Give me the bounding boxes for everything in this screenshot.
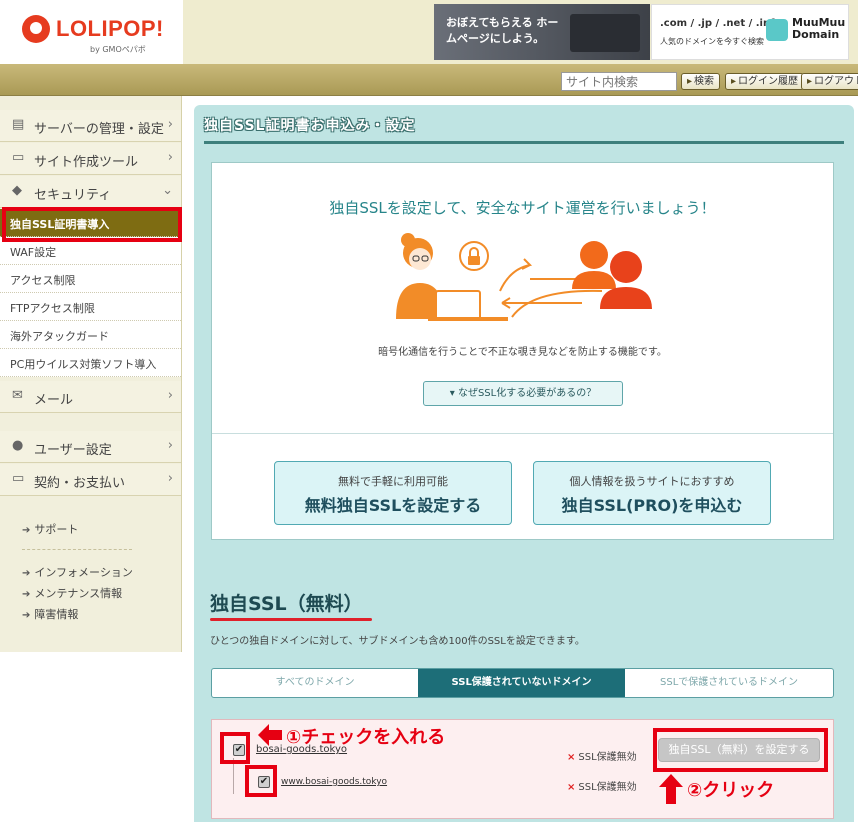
banner-sub: 人気のドメインを今すぐ検索: [660, 37, 764, 46]
tab-all-domains[interactable]: すべてのドメイン: [212, 669, 418, 697]
intro-description: 暗号化通信を行うことで不正な覗き見などを防止する機能です。: [378, 347, 667, 358]
sidebar-subitem-ftp[interactable]: FTPアクセス制限: [0, 293, 181, 321]
subdomain-checkbox[interactable]: ✔: [258, 776, 270, 788]
main-panel: 独自SSL証明書お申込み・設定 独自SSLを設定して、安全なサイト運営を行いまし…: [194, 105, 854, 822]
site-header: LOLIPOP! by GMOペパボ おぼえてもらえる ホームページにしよう。 …: [0, 0, 858, 64]
why-ssl-button[interactable]: なぜSSL化する必要があるの？: [423, 381, 623, 406]
homepage-banner[interactable]: おぼえてもらえる ホームページにしよう。: [434, 4, 650, 60]
sidebar-item-billing[interactable]: ▭ 契約・お支払い ›: [0, 464, 181, 496]
sidebar-subitem-label: PC用ウイルス対策ソフト導入: [10, 358, 157, 371]
laptop-icon: ▭: [12, 150, 25, 165]
intro-heading: 独自SSLを設定して、安全なサイト運営を行いましょう！: [329, 199, 716, 217]
ssl-status: × SSL保護無効: [567, 778, 637, 793]
muumuu-brand: MuuMuu Domain: [792, 16, 846, 41]
sidebar-link-information[interactable]: インフォメーション: [22, 564, 132, 580]
chevron-right-icon: ›: [167, 150, 173, 165]
free-ssl-button-sub: 無料で手軽に利用可能: [338, 475, 448, 488]
ssl-status-text: SSL保護無効: [578, 782, 637, 793]
sidebar-subitem-antivirus[interactable]: PC用ウイルス対策ソフト導入: [0, 349, 181, 377]
mail-icon: ✉: [12, 388, 23, 403]
free-ssl-heading: 独自SSL（無料）: [210, 593, 363, 615]
card-icon: ▭: [12, 471, 25, 486]
logout-button[interactable]: ログアウト: [801, 73, 858, 90]
arrow-up-icon: [659, 774, 683, 804]
sidebar-item-label: 契約・お支払い: [34, 476, 126, 491]
sidebar-item-server[interactable]: ▤ サーバーの管理・設定 ›: [0, 110, 181, 142]
shield-icon: ◆: [12, 183, 22, 198]
sidebar-item-label: メール: [34, 393, 74, 408]
title-rule: [204, 141, 844, 144]
sidebar-gap: [0, 414, 181, 428]
heading-underline: [210, 618, 372, 621]
login-history-button[interactable]: ログイン履歴: [725, 73, 805, 90]
lolipop-logo[interactable]: LOLIPOP! by GMOペパボ: [0, 0, 183, 64]
subdomain-tree-line: [233, 758, 234, 794]
sidebar-item-label: ユーザー設定: [34, 443, 112, 458]
muumuu-logo-icon: [766, 19, 788, 41]
sidebar-item-site-tools[interactable]: ▭ サイト作成ツール ›: [0, 143, 181, 175]
sidebar-item-security[interactable]: ◆ セキュリティ ⌄: [0, 176, 181, 208]
sidebar-subitem-label: 海外アタックガード: [10, 330, 109, 343]
sidebar-subitem-attack-guard[interactable]: 海外アタックガード: [0, 321, 181, 349]
homepage-banner-text: おぼえてもらえる ホームページにしよう。: [446, 16, 559, 45]
server-icon: ▤: [12, 117, 25, 132]
sidebar-subitem-waf[interactable]: WAF設定: [0, 237, 181, 265]
domain-checkbox[interactable]: ✔: [233, 744, 245, 756]
ssl-illustration: [396, 233, 652, 321]
annotation-step2: ②クリック: [687, 780, 775, 801]
tab-unprotected-domains[interactable]: SSL保護されていないドメイン: [418, 669, 625, 697]
sidebar-subitem-label: WAF設定: [10, 246, 57, 259]
free-ssl-button-label: 無料独自SSLを設定する: [304, 496, 482, 515]
search-button[interactable]: 検索: [681, 73, 721, 90]
banner-domains: .com / .jp / .net / .info: [660, 18, 782, 29]
sidebar-link-support[interactable]: サポート: [22, 521, 78, 537]
subdomain-link[interactable]: www.bosai-goods.tokyo: [281, 777, 387, 787]
arrow-left-icon: [258, 724, 282, 746]
tab-protected-domains[interactable]: SSLで保護されているドメイン: [625, 669, 833, 697]
annotation-step1: ①チェックを入れる: [286, 727, 446, 748]
pro-ssl-button[interactable]: 個人情報を扱うサイトにおすすめ 独自SSL(PRO)を申込む: [533, 461, 771, 525]
free-ssl-button[interactable]: 無料で手軽に利用可能 無料独自SSLを設定する: [274, 461, 512, 525]
user-icon: ●: [12, 438, 24, 453]
sidebar-subitem-label: 独自SSL証明書導入: [10, 218, 110, 231]
logo-sub: by GMOペパボ: [90, 45, 146, 54]
sidebar-item-mail[interactable]: ✉ メール ›: [0, 381, 181, 413]
logo-name: LOLIPOP!: [56, 16, 164, 41]
sidebar-subitem-label: アクセス制限: [10, 274, 76, 287]
page-title: 独自SSL証明書お申込み・設定: [204, 118, 416, 134]
sidebar-link-maintenance[interactable]: メンテナンス情報: [22, 585, 122, 601]
site-search-input[interactable]: [561, 72, 677, 91]
sidebar-subitem-ssl[interactable]: 独自SSL証明書導入: [0, 209, 181, 237]
domain-filter-tabs: すべてのドメイン SSL保護されていないドメイン SSLで保護されているドメイン: [211, 668, 834, 698]
laptop-image: [570, 14, 640, 52]
free-ssl-description: ひとつの独自ドメインに対して、サブドメインも含め100件のSSLを設定できます。: [210, 636, 585, 647]
ssl-status: × SSL保護無効: [567, 748, 637, 763]
sidebar: ▤ サーバーの管理・設定 › ▭ サイト作成ツール › ◆ セキュリティ ⌄ 独…: [0, 96, 182, 652]
pro-ssl-button-sub: 個人情報を扱うサイトにおすすめ: [569, 475, 735, 488]
sidebar-item-user[interactable]: ● ユーザー設定 ›: [0, 431, 181, 463]
sidebar-subitem-label: FTPアクセス制限: [10, 302, 95, 315]
chevron-right-icon: ›: [167, 471, 173, 486]
error-x-icon: ×: [567, 782, 576, 793]
sidebar-separator: [22, 549, 132, 550]
intro-divider: [212, 433, 833, 434]
sidebar-subitem-access[interactable]: アクセス制限: [0, 265, 181, 293]
chevron-down-icon: ⌄: [162, 183, 173, 198]
chevron-right-icon: ›: [167, 438, 173, 453]
sidebar-item-label: サーバーの管理・設定: [34, 122, 164, 137]
chevron-right-icon: ›: [167, 388, 173, 403]
ssl-intro-card: 独自SSLを設定して、安全なサイト運営を行いましょう！ 暗号化通信を行うことで不…: [211, 162, 834, 540]
muumuu-domain-banner[interactable]: .com / .jp / .net / .info 人気のドメインを今すぐ検索 …: [651, 4, 849, 60]
error-x-icon: ×: [567, 752, 576, 763]
set-free-ssl-button[interactable]: 独自SSL（無料）を設定する: [658, 738, 820, 762]
sidebar-item-label: サイト作成ツール: [34, 155, 139, 170]
ssl-status-text: SSL保護無効: [578, 752, 637, 763]
sidebar-link-outage[interactable]: 障害情報: [22, 606, 78, 622]
pro-ssl-button-label: 独自SSL(PRO)を申込む: [561, 496, 743, 515]
lolipop-logo-mark: [22, 15, 50, 43]
sidebar-item-label: セキュリティ: [34, 188, 112, 203]
chevron-right-icon: ›: [167, 117, 173, 132]
